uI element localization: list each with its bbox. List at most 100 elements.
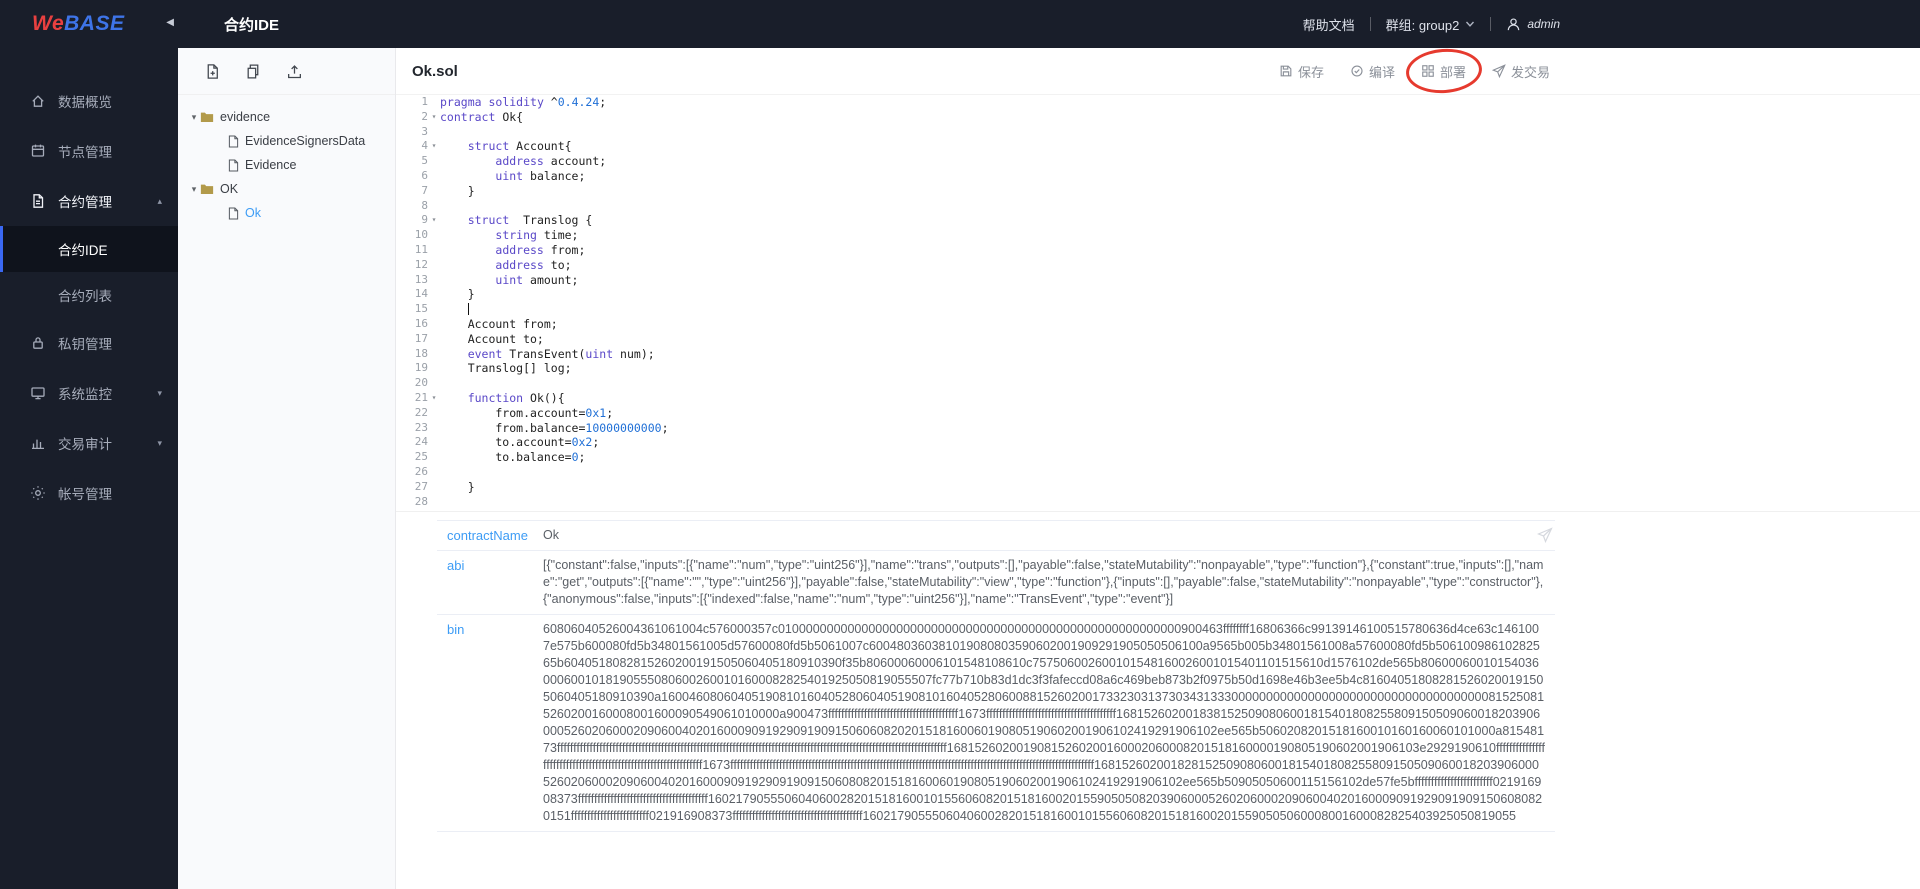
bar-chart-icon — [30, 435, 46, 451]
new-file-icon[interactable] — [204, 63, 221, 80]
code-text[interactable]: Translog[] log; — [440, 361, 572, 376]
code-text[interactable]: to.account=0x2; — [440, 435, 599, 450]
code-line[interactable]: 4 ▾ struct Account{ — [396, 139, 1920, 154]
code-editor[interactable]: 1 pragma solidity ^0.4.24; 2 ▾ contract Ok{3… — [396, 95, 1920, 511]
code-line[interactable]: 9 ▾ struct Translog { — [396, 213, 1920, 228]
code-text[interactable]: uint balance; — [440, 169, 585, 184]
tree-file-ok[interactable]: Ok — [178, 201, 395, 225]
code-line[interactable]: 7 } — [396, 184, 1920, 199]
brand-logo: WeBASE — [32, 12, 124, 36]
deploy-button[interactable]: 部署 — [1404, 45, 1484, 96]
code-line[interactable]: 8 — [396, 199, 1920, 214]
sidebar-item-private-key-management[interactable]: 私钥管理 — [0, 318, 178, 368]
sidebar-item-contract-list[interactable]: 合约列表 — [0, 272, 178, 318]
code-line[interactable]: 13 uint amount; — [396, 273, 1920, 288]
line-number: 20 — [414, 376, 428, 390]
code-text[interactable]: address to; — [440, 258, 571, 273]
code-text[interactable]: to.balance=0; — [440, 450, 585, 465]
code-text[interactable]: address from; — [440, 243, 585, 258]
group-selector[interactable]: 群组: group2 — [1386, 15, 1476, 34]
sidebar-item-label: 合约IDE — [58, 243, 108, 258]
tree-caret-icon[interactable]: ▾ — [188, 184, 200, 195]
code-line[interactable]: 26 — [396, 465, 1920, 480]
sidebar-item-label: 合约列表 — [58, 289, 112, 304]
code-line[interactable]: 20 — [396, 376, 1920, 391]
code-text[interactable]: function Ok(){ — [440, 391, 565, 406]
code-text[interactable] — [440, 302, 470, 317]
folder-name: OK — [220, 182, 239, 196]
editor-actions: 保存 编译 部署 发交易 — [1279, 45, 1920, 96]
code-line[interactable]: 28 — [396, 495, 1920, 510]
fold-caret-icon[interactable]: ▾ — [428, 391, 440, 406]
tree-folder-evidence[interactable]: ▾ evidence — [178, 105, 395, 129]
tree-file-evidencesignersdata[interactable]: EvidenceSignersData — [178, 129, 395, 153]
line-number: 21 — [414, 390, 428, 404]
code-text[interactable]: } — [440, 480, 475, 495]
code-text[interactable]: from.balance=10000000000; — [440, 421, 668, 436]
tree-folder-ok[interactable]: ▾ OK — [178, 177, 395, 201]
code-text[interactable]: pragma solidity ^0.4.24; — [440, 95, 606, 110]
code-line[interactable]: 17 Account to; — [396, 332, 1920, 347]
upload-icon[interactable] — [286, 63, 303, 80]
code-line[interactable]: 25 to.balance=0; — [396, 450, 1920, 465]
sidebar-item-node-management[interactable]: 节点管理 — [0, 126, 178, 176]
code-text[interactable]: Account to; — [440, 332, 544, 347]
code-line[interactable]: 1 pragma solidity ^0.4.24; — [396, 95, 1920, 110]
code-line[interactable]: 12 address to; — [396, 258, 1920, 273]
sidebar-item-label: 帐号管理 — [58, 487, 112, 502]
code-line[interactable]: 24 to.account=0x2; — [396, 435, 1920, 450]
code-text[interactable]: Account from; — [440, 317, 558, 332]
code-text[interactable]: uint amount; — [440, 273, 578, 288]
fold-caret-icon[interactable]: ▾ — [428, 110, 440, 125]
fold-caret-icon[interactable]: ▾ — [428, 139, 440, 154]
code-line[interactable]: 18 event TransEvent(uint num); — [396, 347, 1920, 362]
code-line[interactable]: 5 address account; — [396, 154, 1920, 169]
compile-button[interactable]: 编译 — [1350, 62, 1395, 81]
sidebar-item-system-monitor[interactable]: 系统监控 ▾ — [0, 368, 178, 418]
fold-caret-icon[interactable]: ▾ — [428, 213, 440, 228]
logo[interactable]: WeBASE ◀ — [0, 0, 178, 48]
code-text[interactable]: event TransEvent(uint num); — [440, 347, 655, 362]
code-text[interactable]: struct Translog { — [440, 213, 593, 228]
sidebar-item-data-overview[interactable]: 数据概览 — [0, 76, 178, 126]
code-line[interactable]: 10 string time; — [396, 228, 1920, 243]
logo-base: BASE — [64, 12, 125, 35]
code-text[interactable]: address account; — [440, 154, 606, 169]
tree-file-evidence[interactable]: Evidence — [178, 153, 395, 177]
code-text[interactable]: } — [440, 184, 475, 199]
new-folder-icon[interactable] — [245, 63, 262, 80]
code-line[interactable]: 21 ▾ function Ok(){ — [396, 391, 1920, 406]
sidebar-item-transaction-audit[interactable]: 交易审计 ▾ — [0, 418, 178, 468]
code-line[interactable]: 16 Account from; — [396, 317, 1920, 332]
sidebar-item-contract-management[interactable]: 合约管理 ▴ — [0, 176, 178, 226]
monitor-icon — [30, 385, 46, 401]
code-line[interactable]: 6 uint balance; — [396, 169, 1920, 184]
code-line[interactable]: 11 address from; — [396, 243, 1920, 258]
code-line[interactable]: 14 } — [396, 287, 1920, 302]
save-button[interactable]: 保存 — [1279, 62, 1324, 81]
code-text[interactable]: struct Account{ — [440, 139, 572, 154]
send-faint-icon[interactable] — [1537, 527, 1553, 543]
code-text[interactable]: from.account=0x1; — [440, 406, 613, 421]
code-line[interactable]: 3 — [396, 125, 1920, 140]
sidebar-item-contract-ide[interactable]: 合约IDE — [0, 226, 178, 272]
sidebar-item-label: 交易审计 — [58, 437, 112, 452]
table-row-abi: abi [{"constant":false,"inputs":[{"name"… — [437, 551, 1555, 615]
code-text[interactable]: } — [440, 287, 475, 302]
code-line[interactable]: 19 Translog[] log; — [396, 361, 1920, 376]
tree-caret-icon[interactable]: ▾ — [188, 112, 200, 123]
code-text[interactable]: string time; — [440, 228, 578, 243]
code-line[interactable]: 22 from.account=0x1; — [396, 406, 1920, 421]
user-menu[interactable]: admin — [1506, 17, 1560, 32]
sidebar-collapse-icon[interactable]: ◀ — [166, 17, 174, 28]
code-line[interactable]: 15 — [396, 302, 1920, 317]
code-text[interactable]: contract Ok{ — [440, 110, 523, 125]
send-transaction-button[interactable]: 发交易 — [1491, 62, 1550, 81]
code-line[interactable]: 27 } — [396, 480, 1920, 495]
sidebar-item-account-management[interactable]: 帐号管理 — [0, 468, 178, 518]
code-line[interactable]: 2 ▾ contract Ok{ — [396, 110, 1920, 125]
code-line[interactable]: 23 from.balance=10000000000; — [396, 421, 1920, 436]
help-doc-link[interactable]: 帮助文档 — [1303, 15, 1355, 34]
